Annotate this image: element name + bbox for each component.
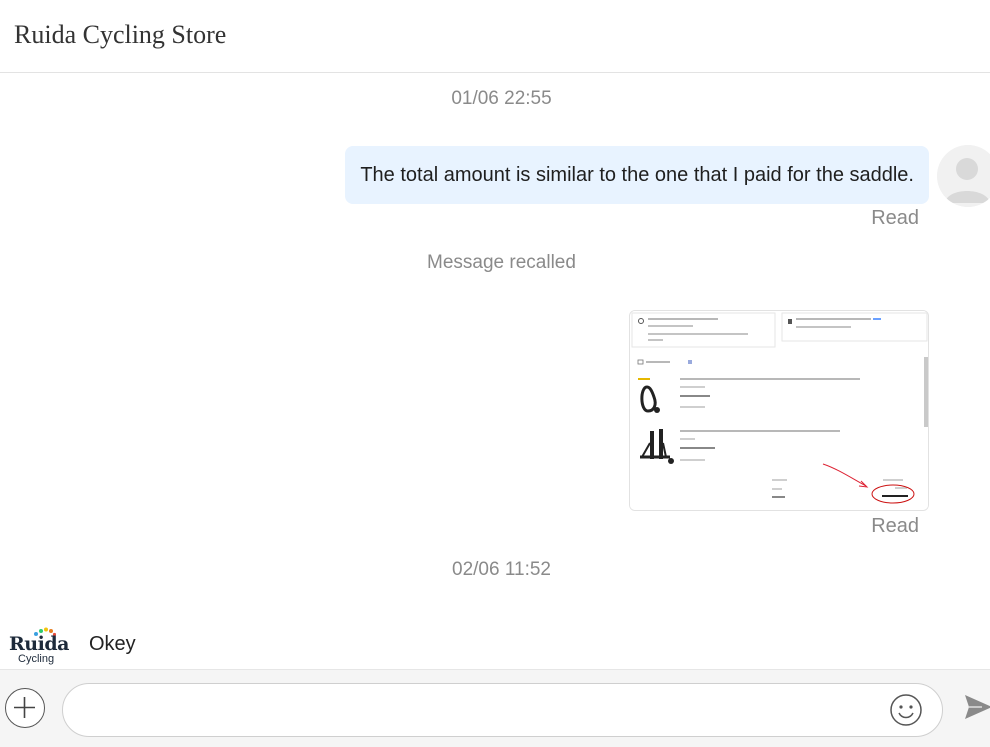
send-icon — [965, 695, 990, 719]
message-composer — [0, 669, 990, 747]
emoji-button[interactable] — [889, 693, 923, 727]
send-button[interactable] — [962, 692, 990, 722]
logo-word: Ruida — [9, 633, 69, 655]
timestamp-2: 02/06 11:52 — [452, 559, 551, 580]
read-receipt-2: Read — [871, 515, 919, 537]
timestamp-1: 01/06 22:55 — [451, 88, 552, 109]
message-list[interactable]: 01/06 22:55 The total amount is similar … — [0, 73, 990, 669]
user-avatar-icon — [937, 145, 990, 207]
user-avatar[interactable] — [937, 145, 990, 207]
chat-header: Ruida Cycling Store — [0, 0, 990, 73]
logo-subtitle: Cycling — [18, 653, 55, 665]
incoming-message-text[interactable]: Okey — [89, 633, 136, 656]
store-name-title: Ruida Cycling Store — [14, 20, 227, 49]
message-recalled-notice: Message recalled — [427, 252, 576, 273]
image-message[interactable] — [629, 310, 929, 511]
emoji-icon — [890, 694, 922, 726]
order-screenshot-image — [630, 311, 928, 510]
incoming-message-row: Ruida Cycling Okey — [0, 623, 990, 669]
message-input[interactable] — [62, 683, 943, 737]
store-logo[interactable]: Ruida Cycling — [9, 627, 69, 667]
outgoing-message-bubble[interactable]: The total amount is similar to the one t… — [345, 146, 929, 204]
read-receipt-1: Read — [871, 207, 919, 229]
plus-icon — [14, 697, 35, 718]
attach-button[interactable] — [5, 688, 45, 728]
